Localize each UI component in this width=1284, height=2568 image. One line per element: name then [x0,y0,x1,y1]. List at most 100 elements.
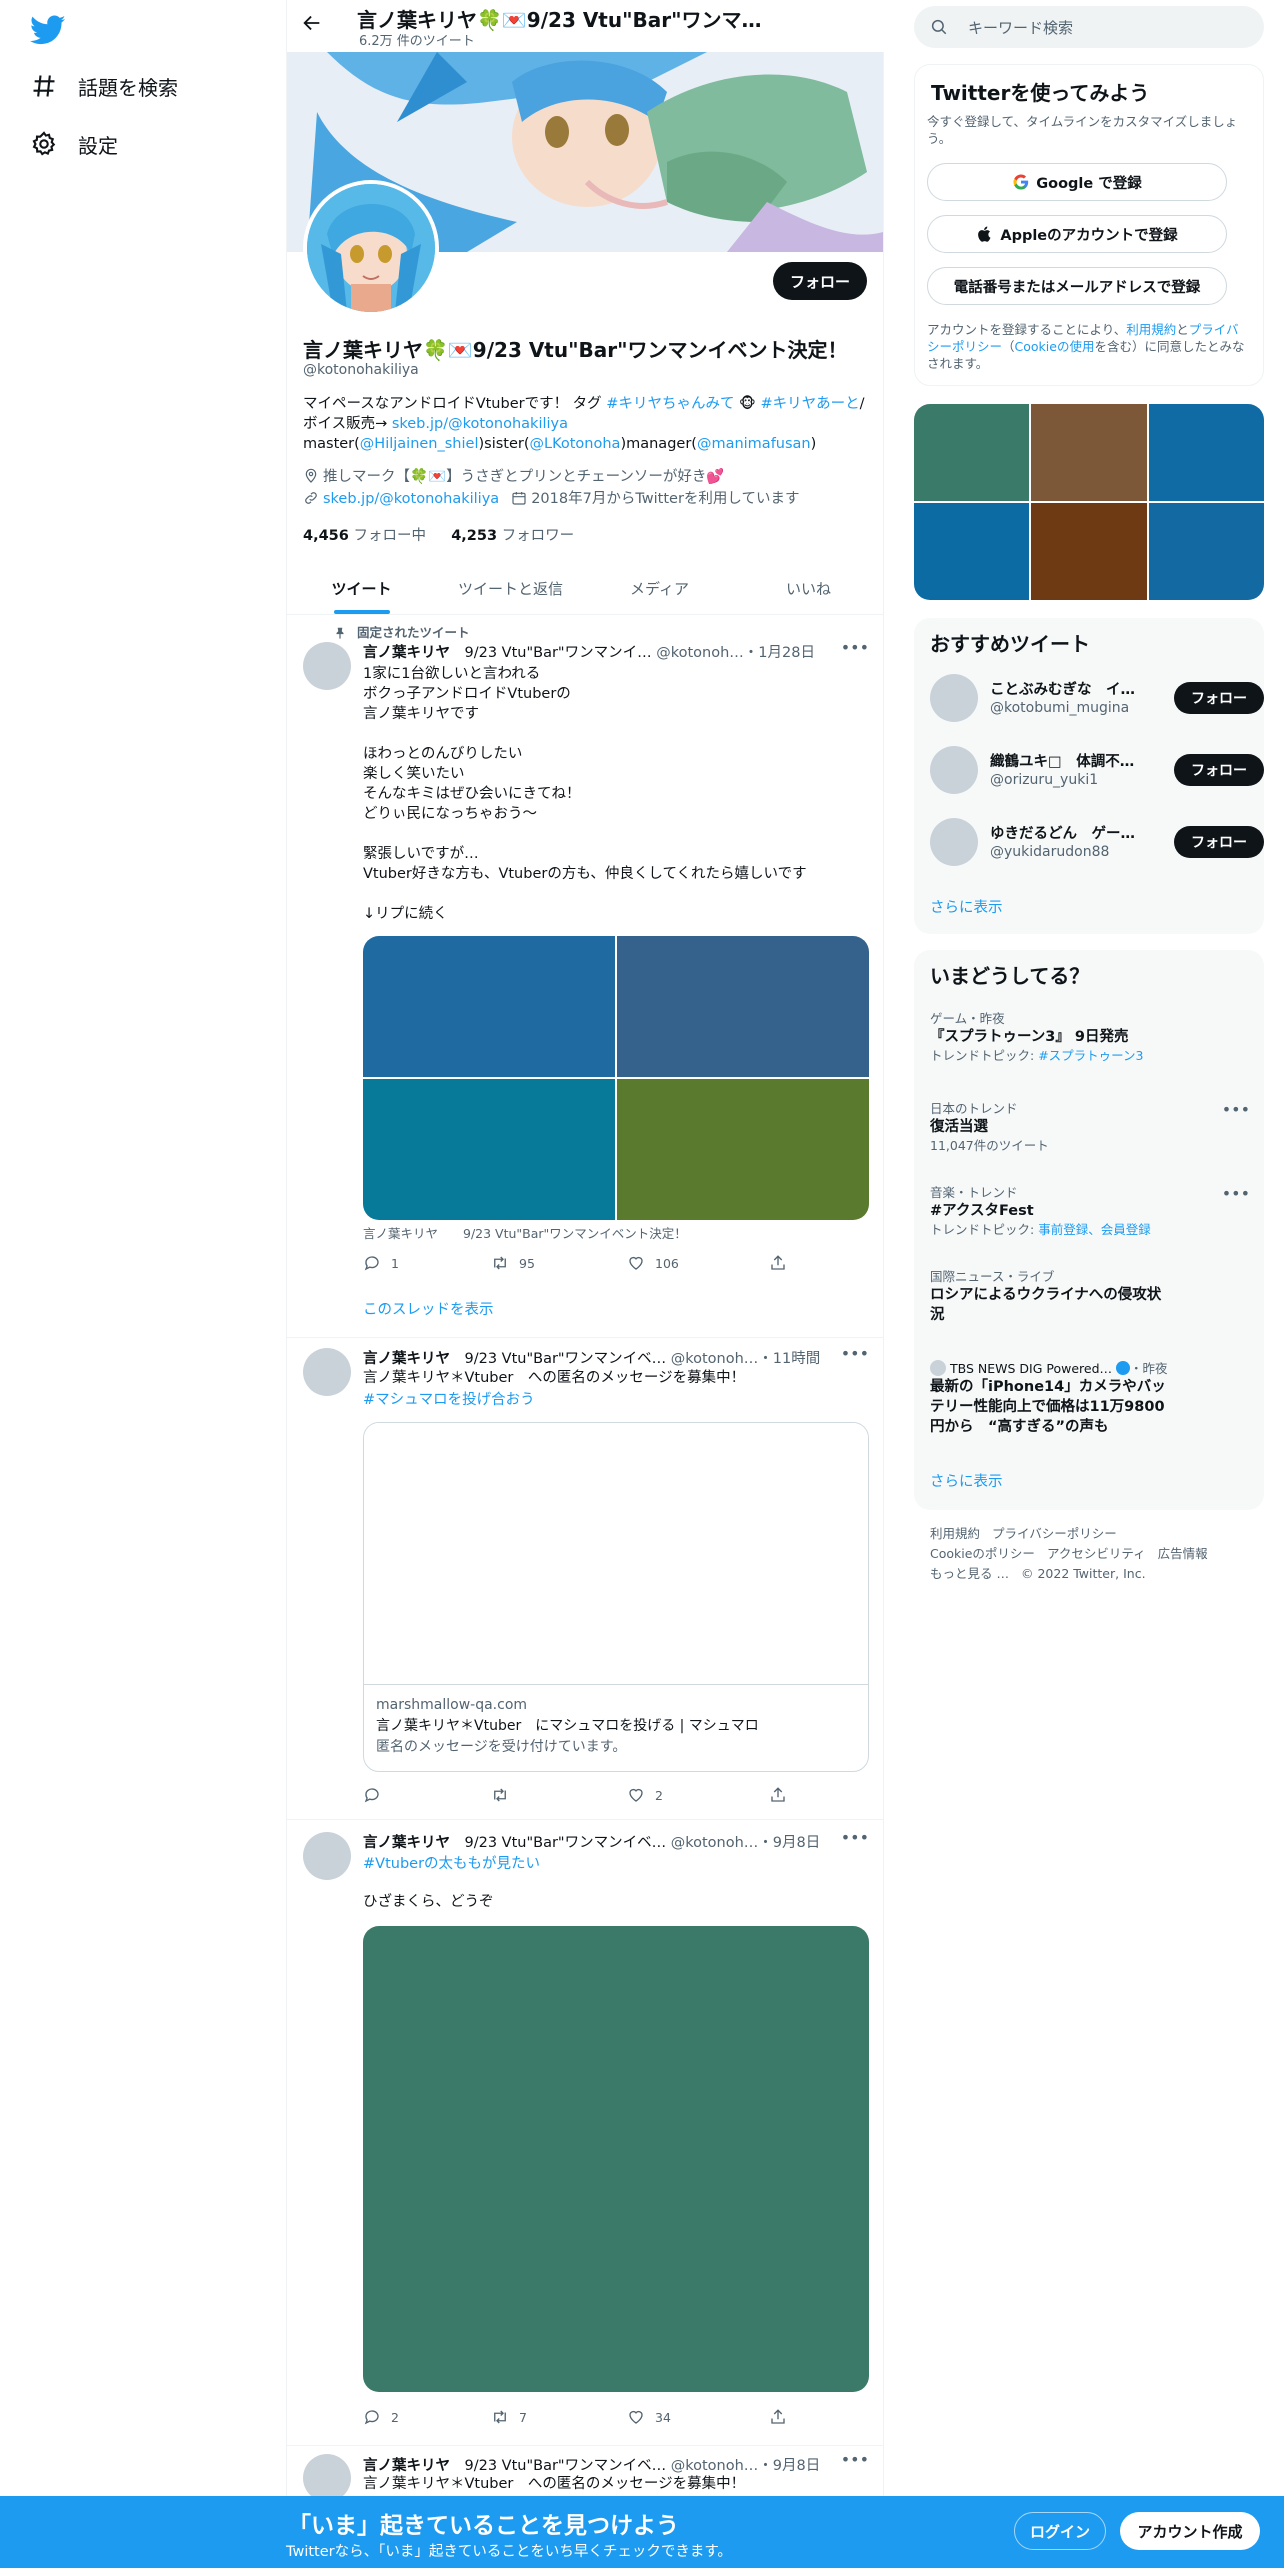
media-thumbnail[interactable] [1148,404,1264,501]
tab-media[interactable]: メディア [585,562,734,614]
media-thumbnail[interactable] [914,503,1030,600]
retweet-icon [494,1256,506,1270]
like-button[interactable]: 34 [627,2408,671,2426]
media-thumbnail[interactable] [1148,503,1264,600]
profile-website-link[interactable]: skeb.jp/@kotonohakiliya [323,491,499,507]
tweet-media-image[interactable] [617,936,869,1077]
avatar[interactable] [930,746,978,794]
tweet-avatar[interactable] [303,642,351,690]
trends-show-more-link[interactable]: さらに表示 [930,1470,1003,1491]
follow-button[interactable]: フォロー [1174,826,1264,858]
share-button[interactable] [769,2408,797,2426]
media-thumbnail[interactable] [1031,503,1147,600]
more-options-icon[interactable]: ••• [1222,1100,1250,1119]
avatar[interactable] [930,818,978,866]
bio-mention-link[interactable]: @manimafusan [697,436,811,452]
more-options-icon[interactable]: ••• [1222,1184,1250,1203]
phone-email-signup-button[interactable]: 電話番号またはメールアドレスで登録 [927,267,1227,305]
profile-avatar[interactable] [303,180,439,316]
nav-explore-label: 話題を検索 [78,75,178,100]
footer-link[interactable]: 利用規約 [930,1526,980,1541]
back-arrow-icon[interactable] [301,12,325,36]
following-link[interactable]: 4,456 フォロー中 [303,528,426,544]
footer-link[interactable]: プライバシーポリシー [992,1526,1117,1541]
follow-button[interactable]: フォロー [1174,754,1264,786]
show-thread-link[interactable]: このスレッドを表示 [363,1298,494,1319]
profile-name: 言ノ葉キリヤ🍀💌9/23 Vtu"Bar"ワンマンイベント決定！ [303,338,848,362]
link-card[interactable]: marshmallow-qa.com 言ノ葉キリヤ＊Vtuber にマシュマロを… [363,1422,869,1772]
more-options-icon[interactable]: ••• [841,1344,869,1363]
tweet-actions: 2 [363,1786,803,1806]
apple-signup-button[interactable]: Appleのアカウントで登録 [927,215,1227,253]
share-button[interactable] [769,1254,797,1272]
header-tweet-count: 6.2万 件のツイート [359,34,475,49]
footer-link[interactable]: Cookieのポリシー [930,1546,1035,1561]
tab-tweets-replies[interactable]: ツイートと返信 [436,562,585,614]
reply-button[interactable]: 1 [363,1254,399,1272]
terms-link[interactable]: 利用規約 [1126,322,1176,337]
more-options-icon[interactable]: ••• [841,2450,869,2469]
reply-button[interactable]: 2 [363,2408,399,2426]
twitter-logo-icon[interactable] [30,12,66,48]
bio-skeb-link[interactable]: skeb.jp/@kotonohakiliya [392,416,568,432]
tweet-media-image[interactable] [617,1079,869,1220]
media-thumbnail[interactable] [1031,404,1147,501]
like-button[interactable]: 2 [627,1786,663,1804]
trend-item[interactable]: 国際ニュース・ライブ ロシアによるウクライナへの侵攻状況 [930,1268,1170,1325]
search-box[interactable]: キーワード検索 [914,6,1264,48]
tweet-hashtag-link[interactable]: #Vtuberの太ももが見たい [363,1852,540,1873]
more-options-icon[interactable]: ••• [841,638,869,657]
news-item[interactable]: TBS NEWS DIG Powered… ・昨夜 最新の「iPhone14」カ… [930,1360,1170,1437]
tweet-hashtag-link[interactable]: #マシュマロを投げ合おう [363,1388,535,1409]
tweet[interactable]: 言ノ葉キリヤ 9/23 Vtu"Bar"ワンマンイベ… @kotonoh…・9月… [287,1820,883,2446]
suggested-user[interactable]: 織鶴ユキ□ 体調不… @orizuru_yuki1 フォロー [930,742,1264,798]
tweet-avatar[interactable] [303,1832,351,1880]
suggested-user[interactable]: ゆきだるどん ゲー… @yukidarudon88 フォロー [930,814,1264,870]
bio-mention-link[interactable]: @LKotonoha [530,436,621,452]
retweet-button[interactable]: 95 [491,1254,535,1272]
footer-link[interactable]: 広告情報 [1158,1546,1208,1561]
trend-item[interactable]: 日本のトレンド 復活当選 11,047件のツイート ••• [930,1100,1250,1154]
follow-button[interactable]: フォロー [773,262,867,300]
profile-media-grid [914,404,1264,600]
suggested-user[interactable]: ことぶみむぎな イ… @kotobumi_mugina フォロー [930,670,1264,726]
tweet-media-grid[interactable] [363,936,869,1220]
tab-tweets[interactable]: ツイート [287,562,436,614]
tweet-media-image[interactable] [363,1926,869,2392]
tweet-media-image[interactable] [363,1079,615,1220]
tweet[interactable]: 言ノ葉キリヤ 9/23 Vtu"Bar"ワンマンイベ… @kotonoh…・11… [287,1338,883,1820]
like-button[interactable]: 106 [627,1254,679,1272]
retweet-button[interactable]: 7 [491,2408,527,2426]
nav-explore[interactable]: 話題を検索 [30,66,178,106]
avatar[interactable] [930,674,978,722]
suggested-show-more-link[interactable]: さらに表示 [930,896,1003,917]
follow-button[interactable]: フォロー [1174,682,1264,714]
login-button[interactable]: ログイン [1014,2512,1106,2550]
create-account-button[interactable]: アカウント作成 [1120,2512,1260,2550]
nav-settings[interactable]: 設定 [30,124,118,164]
google-signup-button[interactable]: Google で登録 [927,163,1227,201]
bio-hashtag-link[interactable]: #キリヤちゃんみて [606,396,734,412]
media-thumbnail[interactable] [914,404,1030,501]
retweet-icon [494,2410,506,2424]
retweet-button[interactable] [491,1786,519,1804]
footer-link[interactable]: もっと見る … [930,1566,1009,1581]
bio-hashtag-link[interactable]: #キリヤあーと [760,396,859,412]
more-options-icon[interactable]: ••• [841,1828,869,1847]
followers-link[interactable]: 4,253 フォロワー [451,528,574,544]
profile-handle: @kotonohakiliya [303,362,419,378]
reply-button[interactable] [363,1786,391,1804]
tweet-avatar[interactable] [303,1348,351,1396]
signup-subtitle: 今すぐ登録して、タイムラインをカスタマイズしましょう。 [927,114,1238,146]
cookie-link[interactable]: Cookieの使用 [1015,339,1095,354]
tweet-media-image[interactable] [363,936,615,1077]
tweet-pinned[interactable]: 言ノ葉キリヤ 9/23 Vtu"Bar"ワンマンイ… @kotonoh…・1月2… [287,616,883,1338]
tab-likes[interactable]: いいね [734,562,883,614]
link-card-image [364,1423,868,1685]
footer-link[interactable]: アクセシビリティ [1047,1546,1146,1561]
trend-item[interactable]: ゲーム・昨夜 『スプラトゥーン3』 9日発売 トレンドトピック: #スプラトゥー… [930,1010,1250,1064]
tweet-avatar[interactable] [303,2454,351,2502]
share-button[interactable] [769,1786,797,1804]
trend-item[interactable]: 音楽・トレンド #アクスタFest トレンドトピック: 事前登録、会員登録 ••… [930,1184,1250,1238]
bio-mention-link[interactable]: @Hiljainen_shiel [360,436,479,452]
